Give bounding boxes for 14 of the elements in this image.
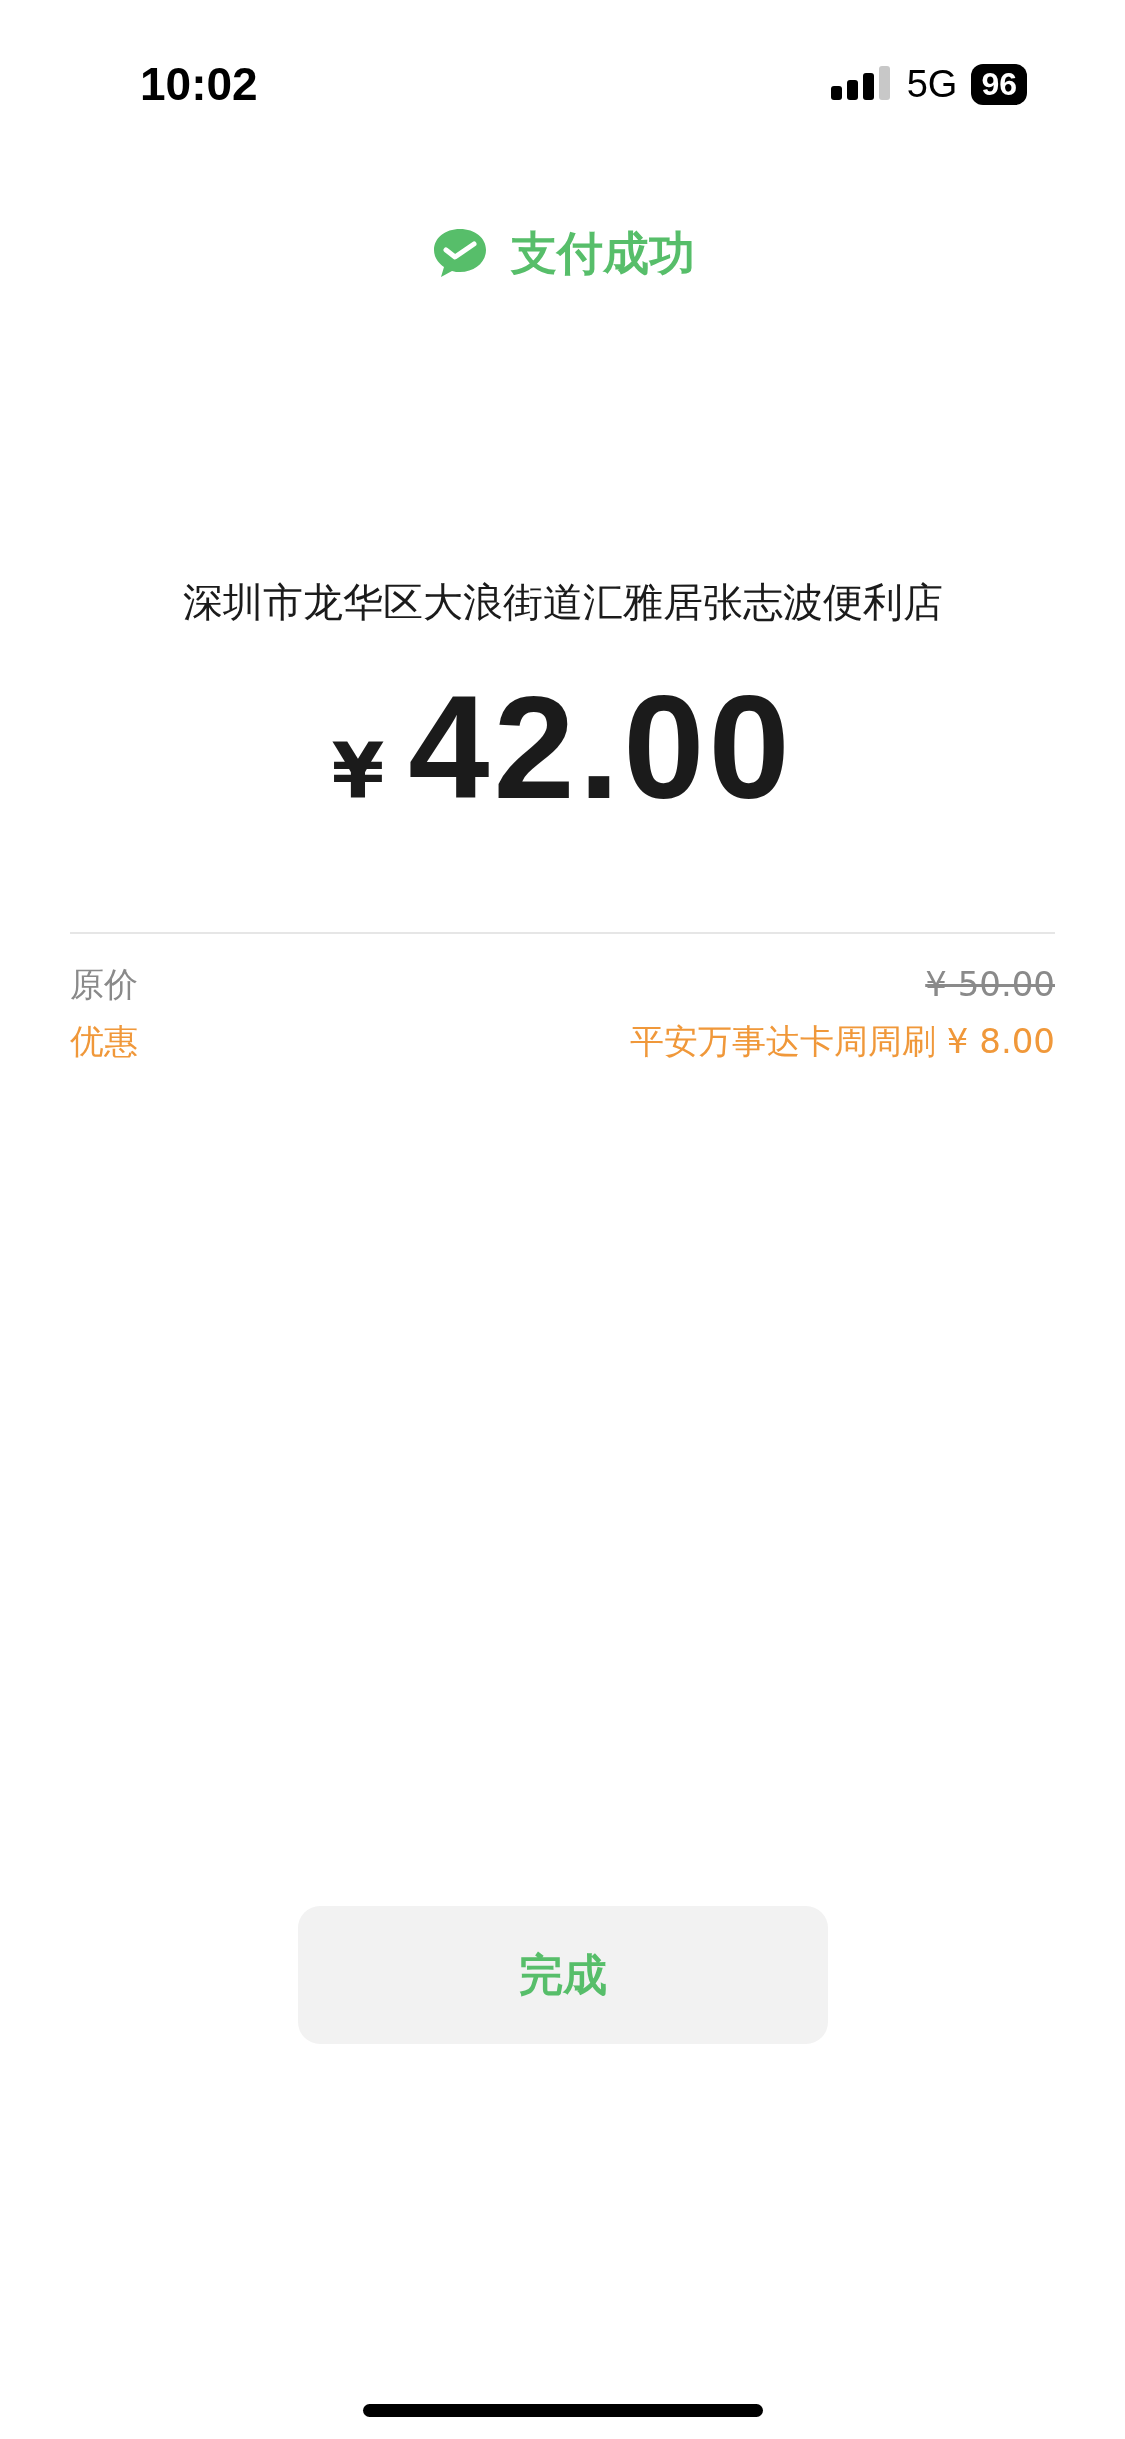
status-time: 10:02 — [140, 57, 258, 111]
success-title: 支付成功 — [510, 225, 695, 282]
detail-label: 原价 — [70, 963, 138, 1006]
network-label: 5G — [906, 62, 958, 106]
currency-symbol: ¥ — [331, 727, 385, 816]
battery-icon: 96 — [971, 63, 1027, 105]
home-indicator[interactable] — [362, 2404, 763, 2417]
detail-value: ¥ 50.00 — [925, 963, 1055, 1006]
amount-value: 42.00 — [408, 665, 794, 831]
signal-icon — [830, 66, 893, 102]
detail-value: 平安万事达卡周周刷 ¥ 8.00 — [630, 1020, 1055, 1063]
detail-label: 优惠 — [70, 1020, 138, 1063]
merchant-name: 深圳市龙华区大浪街道汇雅居张志波便利店 — [181, 578, 944, 627]
done-button[interactable]: 完成 — [297, 1906, 828, 2044]
